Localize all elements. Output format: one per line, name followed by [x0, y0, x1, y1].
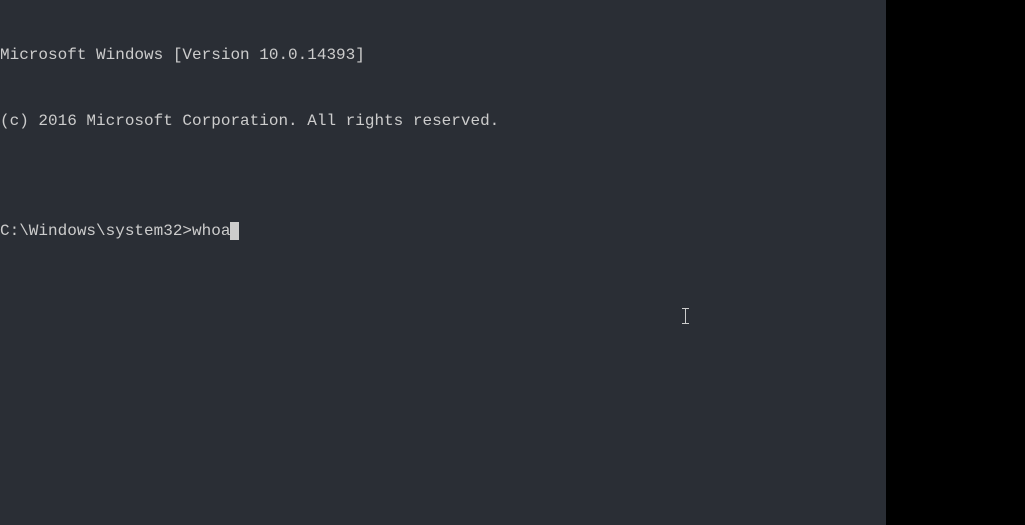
terminal-prompt: C:\Windows\system32>: [0, 220, 192, 242]
black-bar: [886, 0, 1025, 525]
terminal-output-line: (c) 2016 Microsoft Corporation. All righ…: [0, 110, 886, 132]
mouse-ibeam-cursor: [685, 308, 686, 324]
terminal-prompt-line[interactable]: C:\Windows\system32>whoa: [0, 220, 886, 242]
terminal-command-input[interactable]: whoa: [192, 220, 230, 242]
terminal-window[interactable]: Microsoft Windows [Version 10.0.14393] (…: [0, 0, 886, 525]
text-cursor: [230, 222, 239, 240]
terminal-output-line: Microsoft Windows [Version 10.0.14393]: [0, 44, 886, 66]
